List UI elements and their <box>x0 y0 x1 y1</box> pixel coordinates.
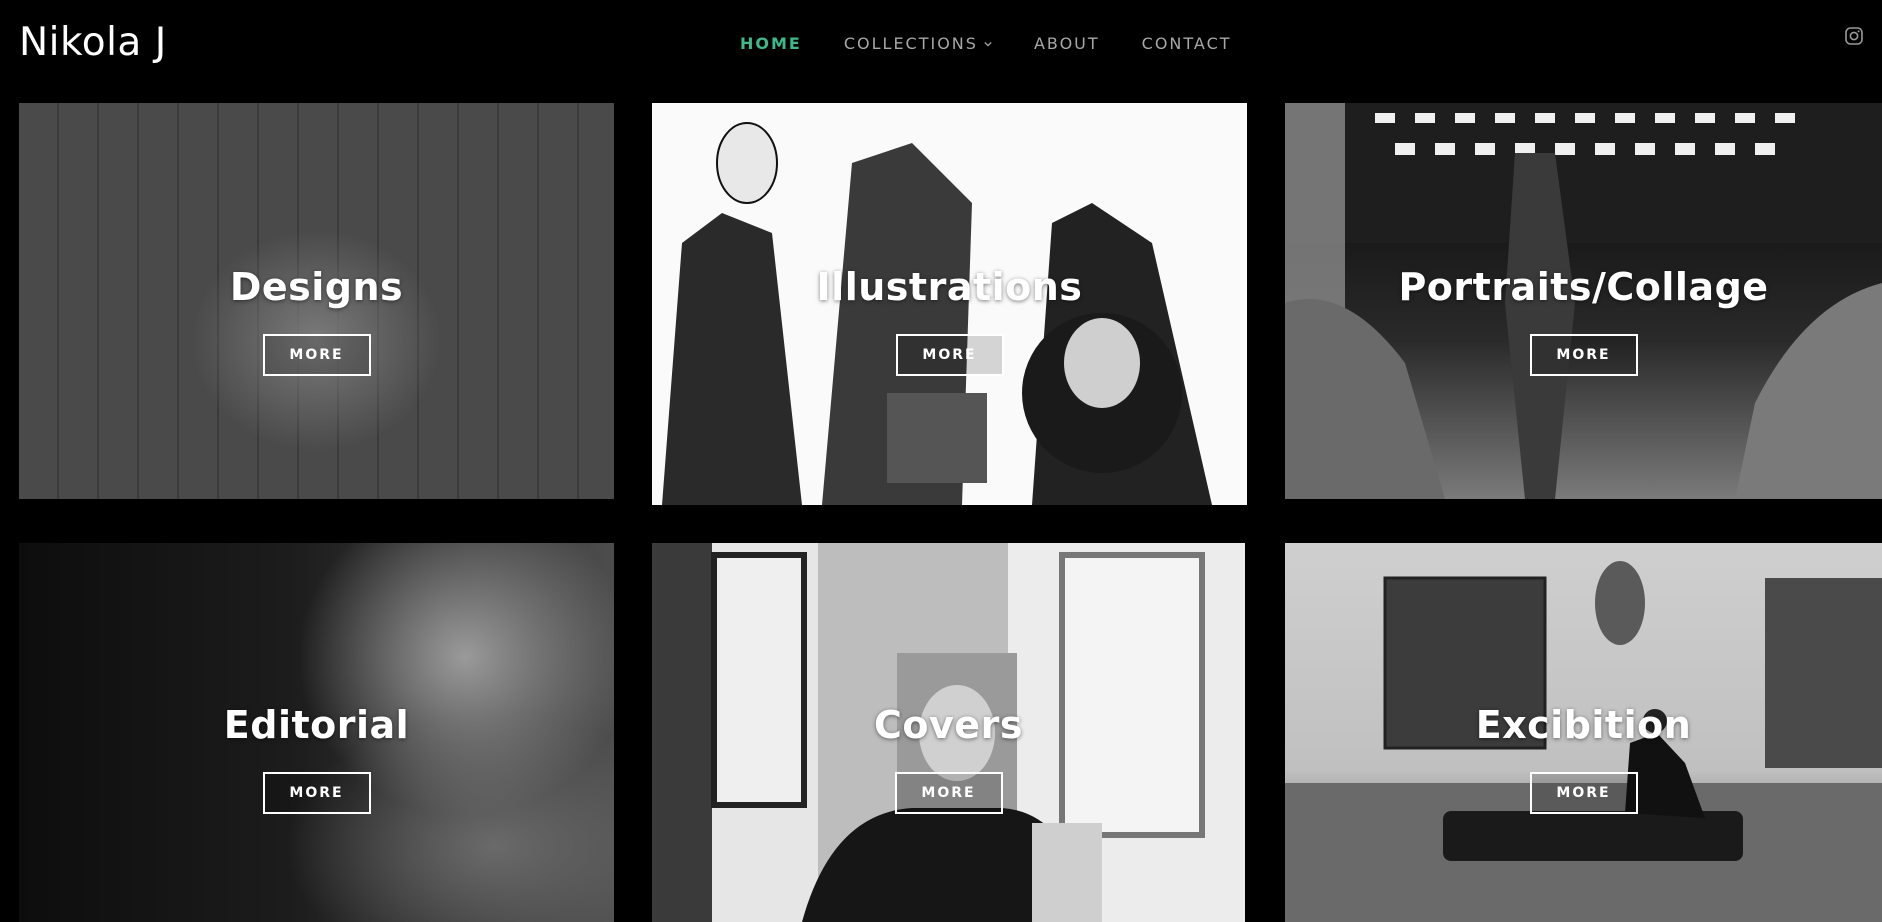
nav-collections[interactable]: COLLECTIONS <box>844 34 992 53</box>
more-button[interactable]: MORE <box>895 334 1004 376</box>
nav-home[interactable]: HOME <box>740 34 802 53</box>
tile-title: Portraits/Collage <box>1398 265 1769 309</box>
tile-title: Editorial <box>223 703 410 747</box>
more-button[interactable]: MORE <box>1529 334 1638 376</box>
tile-title: Illustrations <box>816 265 1083 309</box>
nav-collections-label: COLLECTIONS <box>843 34 978 53</box>
nav-home-label: HOME <box>740 34 802 53</box>
more-button[interactable]: MORE <box>894 772 1003 814</box>
tile-title: Excibition <box>1475 703 1692 747</box>
collection-tile-illustrations[interactable]: Illustrations MORE <box>652 103 1247 505</box>
collection-tile-excibition[interactable]: Excibition MORE <box>1285 543 1882 922</box>
nav-contact[interactable]: CONTACT <box>1142 34 1232 53</box>
main-nav: HOME COLLECTIONS ABOUT CONTACT <box>740 34 1274 53</box>
nav-about-label: ABOUT <box>1033 34 1100 53</box>
site-logo[interactable]: Nikola J <box>19 20 167 65</box>
tile-title: Designs <box>229 265 404 309</box>
chevron-down-icon <box>984 41 992 47</box>
collection-tile-editorial[interactable]: Editorial MORE <box>19 543 614 922</box>
nav-about[interactable]: ABOUT <box>1034 34 1100 53</box>
collection-tile-portraits-collage[interactable]: Portraits/Collage MORE <box>1285 103 1882 499</box>
tile-title: Covers <box>874 703 1023 747</box>
nav-contact-label: CONTACT <box>1141 34 1232 53</box>
collection-tile-covers[interactable]: Covers MORE <box>652 543 1245 922</box>
more-button[interactable]: MORE <box>262 334 371 376</box>
site-header: Nikola J HOME COLLECTIONS ABOUT CONTACT <box>0 0 1882 90</box>
more-button[interactable]: MORE <box>1529 772 1638 814</box>
collection-tile-designs[interactable]: Designs MORE <box>19 103 614 499</box>
more-button[interactable]: MORE <box>262 772 371 814</box>
instagram-icon[interactable] <box>1844 26 1864 46</box>
